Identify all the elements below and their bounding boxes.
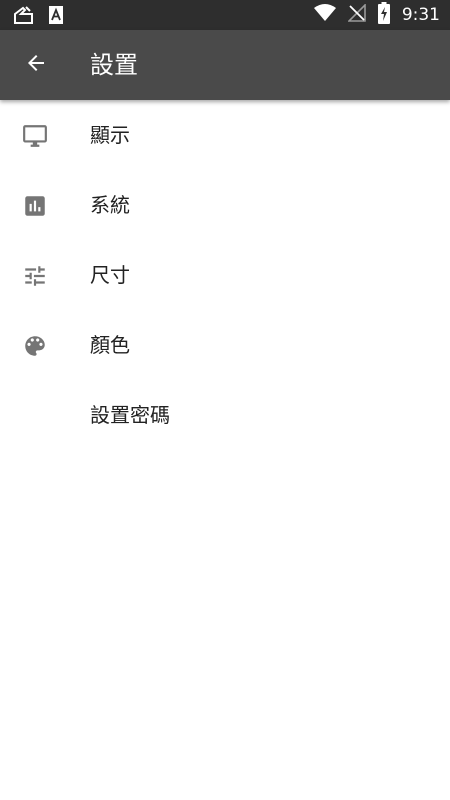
- wifi-icon: [313, 4, 336, 26]
- arrow-back-icon: [24, 51, 48, 79]
- status-bar-notifications: [12, 5, 64, 29]
- settings-item-display[interactable]: 顯示: [0, 100, 450, 170]
- settings-item-label: 顯示: [90, 123, 130, 147]
- status-bar: 9:31: [0, 0, 450, 30]
- status-bar-system: 9:31: [313, 0, 440, 30]
- palette-icon: [22, 333, 48, 359]
- settings-item-label: 顏色: [90, 333, 130, 357]
- settings-item-label: 系統: [90, 193, 130, 217]
- tune-sliders-icon: [22, 263, 48, 289]
- battery-charging-icon: [377, 2, 390, 28]
- settings-item-color[interactable]: 顏色: [0, 310, 450, 380]
- settings-item-label: 設置密碼: [90, 403, 170, 427]
- page-title: 設置: [90, 51, 138, 79]
- back-button[interactable]: [18, 47, 54, 83]
- app-bar: 設置: [0, 30, 450, 100]
- bar-chart-icon: [22, 193, 48, 219]
- settings-list: 顯示 系統 尺寸 顏色 設置密碼: [0, 100, 450, 450]
- app-notification-icon: [48, 5, 64, 29]
- broom-notification-icon: [12, 5, 34, 29]
- monitor-icon: [22, 123, 48, 149]
- settings-item-set-password[interactable]: 設置密碼: [0, 380, 450, 450]
- settings-item-size[interactable]: 尺寸: [0, 240, 450, 310]
- settings-item-system[interactable]: 系統: [0, 170, 450, 240]
- no-signal-icon: [346, 3, 366, 26]
- status-time: 9:31: [401, 5, 440, 25]
- settings-item-label: 尺寸: [90, 263, 130, 287]
